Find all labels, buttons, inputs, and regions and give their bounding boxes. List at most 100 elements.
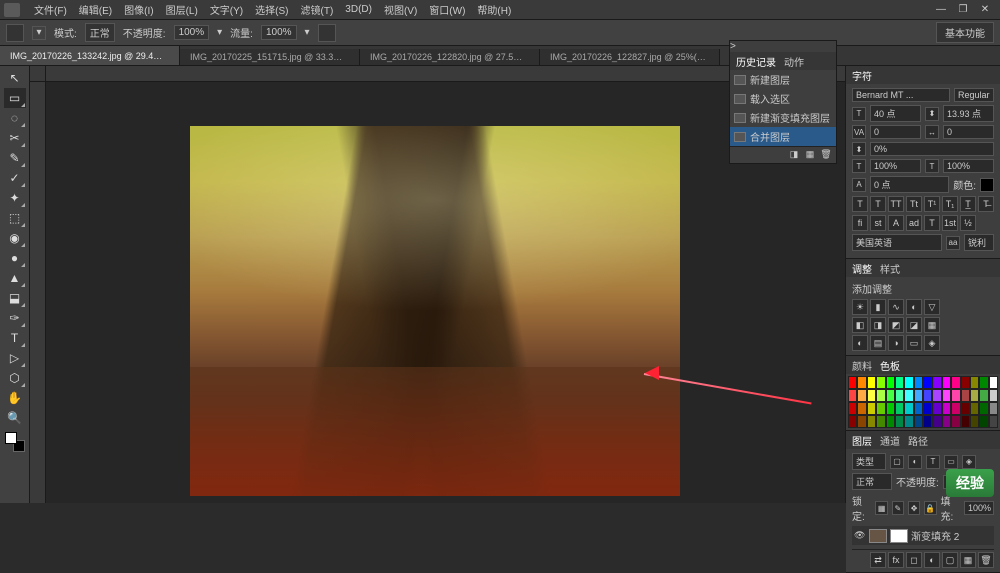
color-tab[interactable]: 颜料	[852, 358, 872, 373]
exposure-icon[interactable]: ◐	[906, 299, 922, 315]
caps-icon[interactable]: TT	[888, 196, 904, 212]
color-swatch[interactable]	[989, 415, 998, 428]
adjustments-tab[interactable]: 调整	[852, 261, 872, 276]
crop-tool-icon[interactable]: ✂	[4, 128, 26, 148]
filter-adjust-icon[interactable]: ◐	[908, 455, 922, 469]
curves-icon[interactable]: ∿	[888, 299, 904, 315]
color-swatch[interactable]	[951, 415, 960, 428]
color-swatch[interactable]	[942, 376, 951, 389]
history-brush-tool-icon[interactable]: ◉	[4, 228, 26, 248]
color-swatch[interactable]	[979, 389, 988, 402]
underline-icon[interactable]: T̲	[960, 196, 976, 212]
color-swatch[interactable]	[923, 402, 932, 415]
menu-image[interactable]: 图像(I)	[118, 2, 159, 17]
color-swatch[interactable]	[857, 376, 866, 389]
color-swatch[interactable]	[951, 402, 960, 415]
shape-tool-icon[interactable]: ⬡	[4, 368, 26, 388]
menu-window[interactable]: 窗口(W)	[423, 2, 471, 17]
color-swatch[interactable]	[932, 402, 941, 415]
color-swatch[interactable]	[904, 376, 913, 389]
font-family-select[interactable]: Bernard MT ...	[852, 88, 950, 102]
type-tool-icon[interactable]: T	[4, 328, 26, 348]
layer-thumbnail[interactable]	[869, 529, 887, 543]
color-swatch[interactable]	[895, 415, 904, 428]
color-swatch[interactable]	[848, 402, 857, 415]
color-swatch[interactable]	[857, 415, 866, 428]
threshold-icon[interactable]: ◑	[888, 335, 904, 351]
filter-image-icon[interactable]: ▢	[890, 455, 904, 469]
color-swatch[interactable]	[961, 415, 970, 428]
move-tool-icon[interactable]: ↖	[4, 68, 26, 88]
superscript-icon[interactable]: T¹	[924, 196, 940, 212]
paths-tab[interactable]: 路径	[908, 433, 928, 448]
color-swatch[interactable]	[895, 402, 904, 415]
document-tab[interactable]: IMG_20170226_133242.jpg @ 29.4% (渐变填充 2,…	[0, 46, 180, 65]
invert-icon[interactable]: ◐	[852, 335, 868, 351]
levels-icon[interactable]: ▮	[870, 299, 886, 315]
color-swatch[interactable]	[942, 402, 951, 415]
italic-icon[interactable]: T	[870, 196, 886, 212]
color-swatch[interactable]	[923, 376, 932, 389]
color-swatch[interactable]	[876, 376, 885, 389]
document-tab[interactable]: IMG_20170226_122827.jpg @ 25%(RGB/8) *	[540, 49, 720, 65]
baseline-field[interactable]: 0 点	[870, 176, 949, 193]
hscale-field[interactable]: 100%	[943, 159, 994, 173]
menu-select[interactable]: 选择(S)	[249, 2, 294, 17]
mode-select[interactable]: 正常	[85, 23, 115, 42]
menu-file[interactable]: 文件(F)	[28, 2, 73, 17]
link-layers-icon[interactable]: ⇄	[870, 552, 886, 568]
subscript-icon[interactable]: T₁	[942, 196, 958, 212]
document-tab[interactable]: IMG_20170225_151715.jpg @ 33.3% ...	[180, 49, 360, 65]
color-swatch[interactable]	[932, 376, 941, 389]
healing-tool-icon[interactable]: ✓	[4, 168, 26, 188]
channels-tab[interactable]: 通道	[880, 433, 900, 448]
color-swatch[interactable]	[923, 415, 932, 428]
blur-tool-icon[interactable]: ⬓	[4, 288, 26, 308]
color-lookup-icon[interactable]: ▦	[924, 317, 940, 333]
kerning-field[interactable]: 0	[870, 125, 921, 139]
opentype-icon[interactable]: st	[870, 215, 886, 231]
menu-edit[interactable]: 编辑(E)	[73, 2, 118, 17]
color-swatch[interactable]	[895, 389, 904, 402]
opacity-field[interactable]: 100%	[174, 25, 210, 40]
brush-preset-dropdown[interactable]: ▾	[32, 26, 46, 40]
color-swatch[interactable]	[857, 402, 866, 415]
strike-icon[interactable]: T̶	[978, 196, 994, 212]
color-swatch[interactable]	[942, 389, 951, 402]
color-swatch[interactable]	[961, 389, 970, 402]
color-swatch[interactable]	[989, 376, 998, 389]
zoom-tool-icon[interactable]: 🔍	[4, 408, 26, 428]
color-swatch[interactable]	[951, 376, 960, 389]
vscale-field[interactable]: 0%	[870, 142, 994, 156]
new-snapshot-icon[interactable]: ▦	[804, 149, 816, 161]
color-swatch[interactable]	[904, 415, 913, 428]
opentype-icon[interactable]: A	[888, 215, 904, 231]
color-swatches[interactable]	[5, 432, 25, 452]
hand-tool-icon[interactable]: ✋	[4, 388, 26, 408]
color-swatch[interactable]	[914, 402, 923, 415]
blend-mode-select[interactable]: 正常	[852, 473, 892, 490]
color-swatch[interactable]	[989, 402, 998, 415]
brush-tool-icon[interactable]: ✦	[4, 188, 26, 208]
color-swatch[interactable]	[848, 389, 857, 402]
color-swatch[interactable]	[970, 376, 979, 389]
hue-icon[interactable]: ◧	[852, 317, 868, 333]
gradient-tool-icon[interactable]: ▲	[4, 268, 26, 288]
history-tab[interactable]: 历史记录	[736, 54, 776, 69]
color-swatch[interactable]	[914, 376, 923, 389]
color-swatch[interactable]	[961, 402, 970, 415]
color-swatch[interactable]	[886, 415, 895, 428]
color-swatch[interactable]	[867, 402, 876, 415]
color-swatch[interactable]	[867, 376, 876, 389]
stamp-tool-icon[interactable]: ⬚	[4, 208, 26, 228]
selective-color-icon[interactable]: ◈	[924, 335, 940, 351]
color-swatch[interactable]	[970, 415, 979, 428]
filter-shape-icon[interactable]: ▭	[944, 455, 958, 469]
new-layer-icon[interactable]: ▦	[960, 552, 976, 568]
delete-layer-icon[interactable]: 🗑	[978, 552, 994, 568]
color-swatch[interactable]	[867, 415, 876, 428]
posterize-icon[interactable]: ▤	[870, 335, 886, 351]
layer-style-icon[interactable]: fx	[888, 552, 904, 568]
character-tab[interactable]: 字符	[852, 68, 872, 83]
new-adjustment-icon[interactable]: ◐	[924, 552, 940, 568]
